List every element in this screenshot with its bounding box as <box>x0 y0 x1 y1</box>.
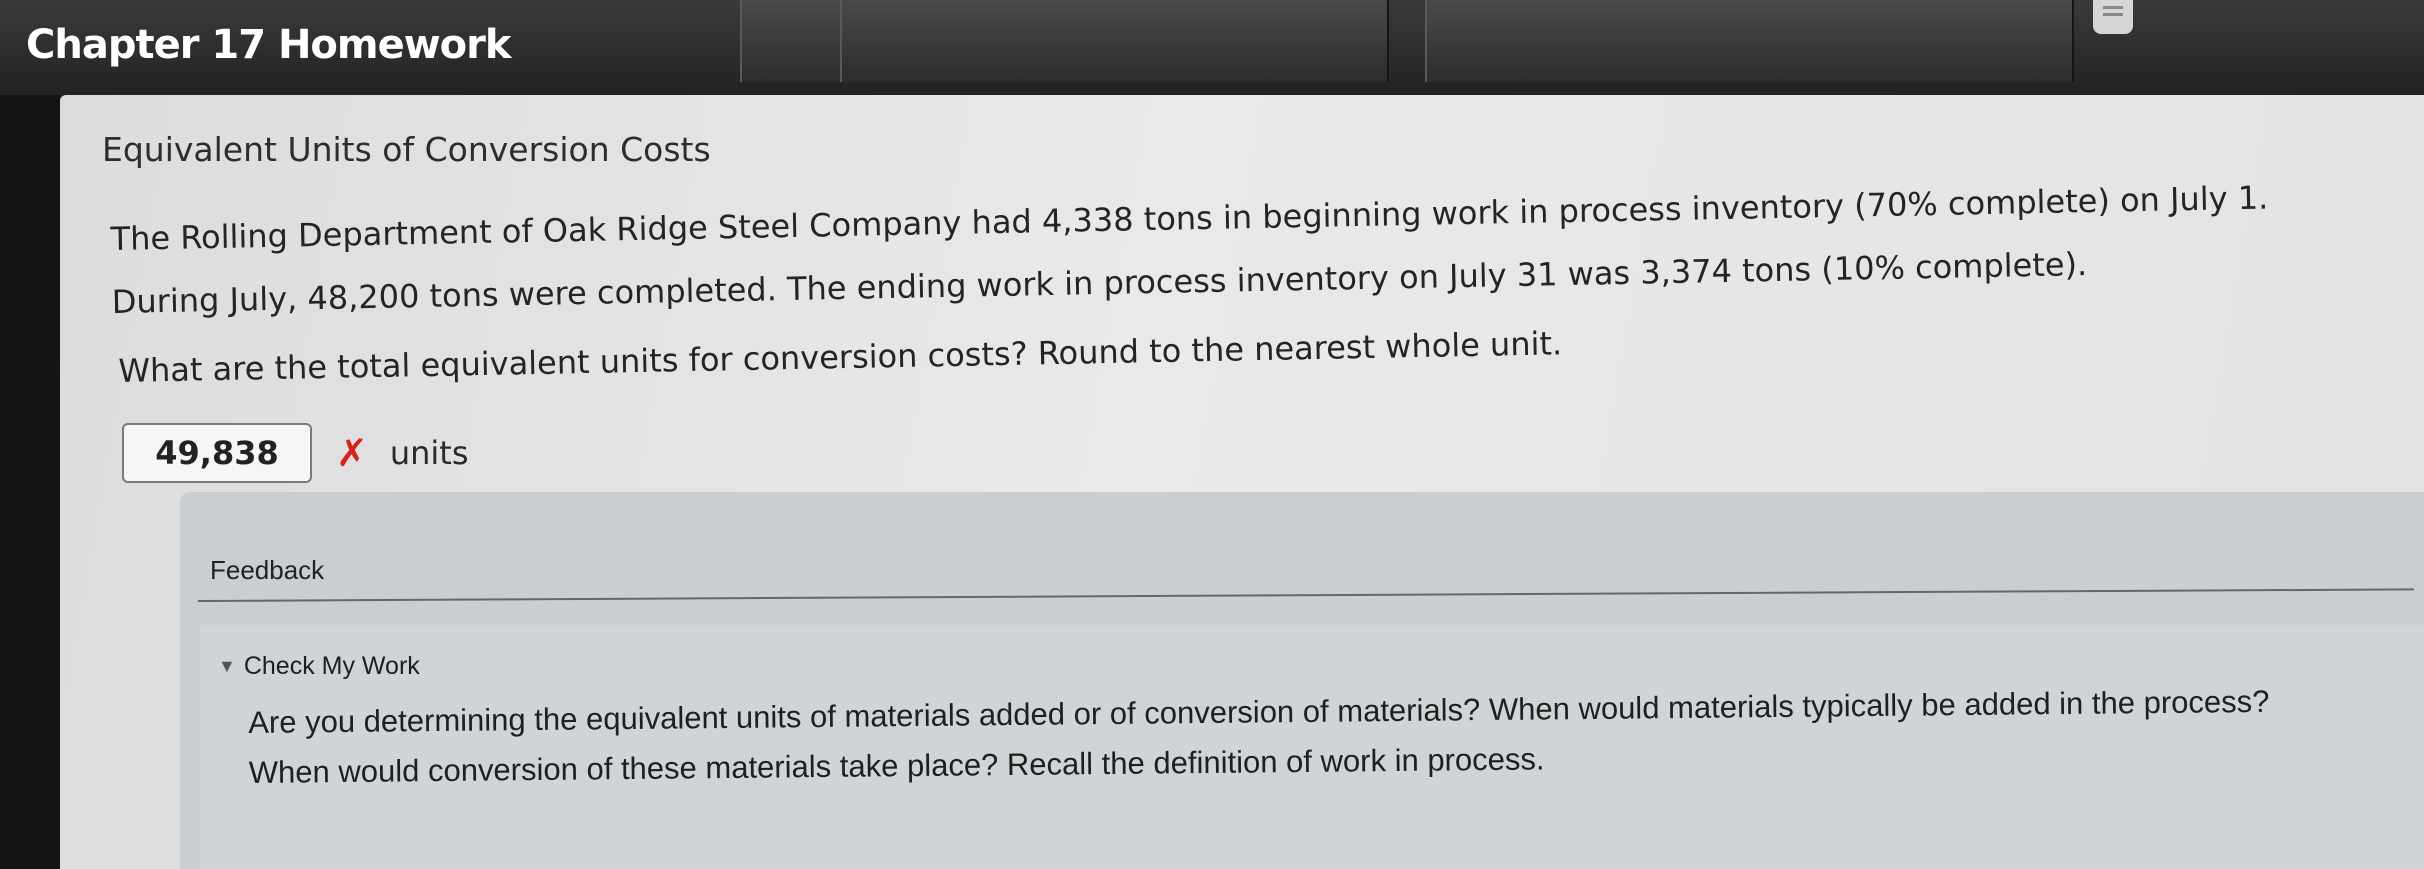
caret-down-icon: ▼ <box>218 656 236 676</box>
answer-row: 49,838 ✗ units <box>122 420 469 486</box>
left-dark-strip <box>0 95 60 869</box>
check-my-work-toggle[interactable]: ▼ Check My Work <box>218 652 420 681</box>
answer-input[interactable]: 49,838 <box>122 423 312 483</box>
feedback-title: Feedback <box>210 555 325 585</box>
background-tab[interactable] <box>1425 0 2074 82</box>
problem-title: Equivalent Units of Conversion Costs <box>102 130 711 169</box>
incorrect-x-icon: ✗ <box>336 431 368 475</box>
check-my-work-label: Check My Work <box>243 652 420 680</box>
chapter-title: Chapter 17 Homework <box>26 22 511 68</box>
menu-icon[interactable] <box>2093 0 2133 34</box>
background-tab[interactable] <box>840 0 1389 82</box>
background-tab[interactable] <box>740 0 844 82</box>
answer-units-label: units <box>389 434 469 472</box>
